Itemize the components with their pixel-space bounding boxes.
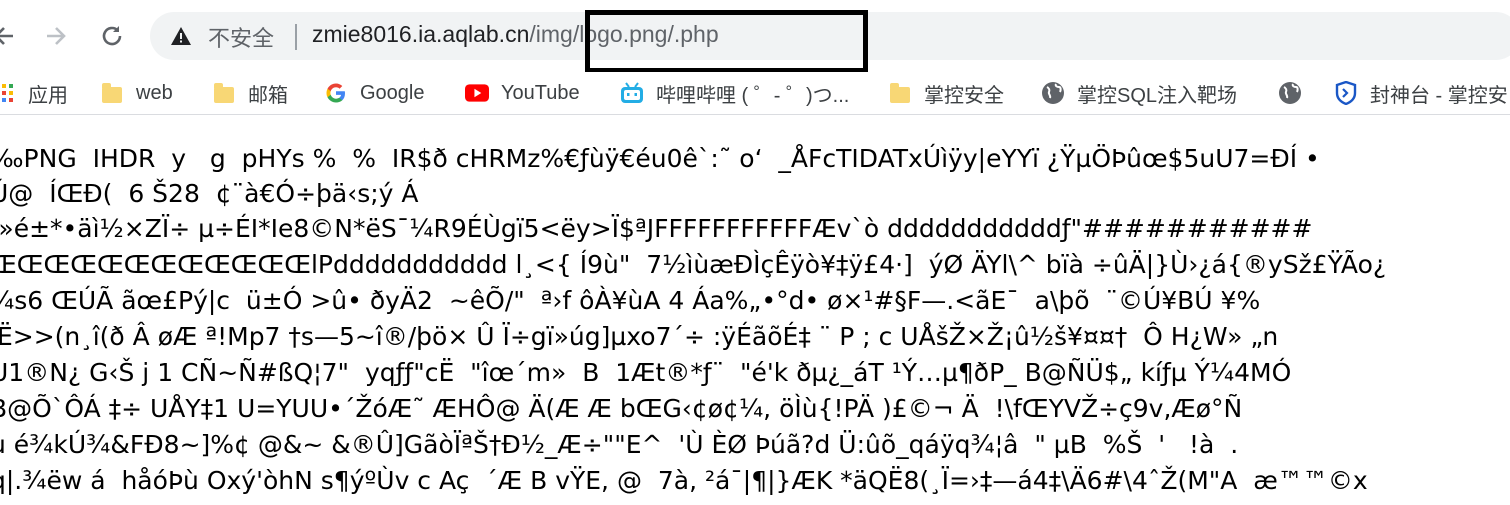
bookmark-label: web [136, 81, 173, 104]
google-icon [324, 81, 348, 105]
bookmark-fengshentai[interactable]: 封神台 - 掌控安 [1334, 79, 1508, 107]
bookmarks-bar: 应用 web 邮箱 Google YouTube 哔哩哔哩 (゜- ゜)つ..… [0, 72, 1510, 115]
bookmark-mail[interactable]: 邮箱 [212, 79, 288, 107]
reload-icon[interactable] [94, 18, 130, 54]
raw-text-line: q|.¾ëw á håóÞù Oxý'òhN s¶ýºÙv c Aç ´Æ B … [0, 466, 1368, 495]
folder-icon [888, 81, 912, 105]
globe-icon [1041, 81, 1065, 105]
raw-text-line: ¦»é±*•äì½×ZÏ÷ µ÷ÉI*Ie8©N*ëS¯¼R9ÉÙgï5<ëy>… [0, 214, 1313, 243]
raw-text-line: U1®N¿ G‹Š j 1 CÑ~Ñ#ßQ¦7" yqƒƒ"cË "îœ´m» … [0, 358, 1292, 387]
globe-icon [1278, 81, 1302, 105]
folder-icon [212, 81, 236, 105]
bookmark-globe[interactable] [1278, 79, 1314, 107]
bookmark-label: 封神台 - 掌控安 [1370, 84, 1508, 107]
raw-text-line: ïË>>(n¸î(ð Â øÆ ª!Mp7 †s—5~î®/þö× Û Ï÷gï… [0, 322, 1279, 351]
back-arrow-icon[interactable] [0, 18, 22, 54]
bookmark-zhangkong-security[interactable]: 掌控安全 [888, 79, 1004, 107]
forward-arrow-icon[interactable] [38, 18, 74, 54]
url-host: zmie8016.ia.aqlab.cn [312, 21, 530, 47]
address-separator [295, 24, 297, 50]
apps-grid-icon [0, 81, 16, 105]
browser-toolbar: 不安全 zmie8016.ia.aqlab.cn/img/logo.png/.p… [0, 0, 1510, 73]
not-secure-label[interactable]: 不安全 [208, 21, 274, 53]
bookmark-web[interactable]: web [100, 79, 173, 107]
raw-text-line: ŒŒŒŒŒŒŒŒŒŒŒŒlPddddddddddd l¸<{ Í9ù" 7½ìù… [0, 250, 1387, 279]
raw-text-line: ‰PNG IHDR y g pHYs % % IR$ð cHRMz%€ƒùÿ€é… [0, 144, 1320, 173]
annotation-highlight-box [585, 10, 868, 73]
bilibili-icon [620, 81, 644, 105]
bookmark-label: 邮箱 [248, 84, 288, 107]
raw-text-line: Ú@ ÍŒĐ( 6 Š28 ¢¨à€Ó÷þä‹s;ý Á [0, 179, 427, 208]
raw-file-content: ‰PNG IHDR y g pHYs % % IR$ð cHRMz%€ƒùÿ€é… [0, 114, 1510, 505]
raw-text-line: B@Õ`ÔÁ ‡÷ UÅY‡1 U=YUU•´ŽóÆ˜ ÆHÔ@ Ä(Æ Æ b… [0, 394, 1243, 423]
raw-text-line: ¼s6 ŒÚÃ ãœ£Pý|c ü±Ó >û• ðyÄ2 ~êÕ/" ª›f ô… [0, 286, 1261, 315]
not-secure-warning-icon[interactable] [170, 25, 192, 47]
folder-icon [100, 81, 124, 105]
bookmark-label: 掌控SQL注入靶场 [1077, 84, 1238, 107]
bookmark-sql-injection-range[interactable]: 掌控SQL注入靶场 [1041, 79, 1237, 107]
youtube-icon [465, 81, 489, 105]
bookmark-label: 掌控安全 [924, 84, 1004, 107]
bookmark-google[interactable]: Google [324, 79, 425, 107]
bookmark-label: Google [360, 81, 425, 104]
bookmark-label: YouTube [501, 81, 580, 104]
raw-text-line: u é¾kÚ¾&FÐ8~]%¢ @&~ &®Û]GãòÏªŠ†Ð½_Æ÷""E^… [0, 430, 1239, 459]
bookmark-youtube[interactable]: YouTube [465, 79, 580, 107]
shield-icon [1334, 81, 1358, 105]
bookmark-label: 哔哩哔哩 ( ゜- ゜)つ... [656, 84, 850, 107]
bookmark-label: 应用 [28, 84, 68, 107]
bookmark-bilibili[interactable]: 哔哩哔哩 ( ゜- ゜)つ... [620, 79, 849, 107]
bookmark-apps[interactable]: 应用 [0, 79, 68, 107]
